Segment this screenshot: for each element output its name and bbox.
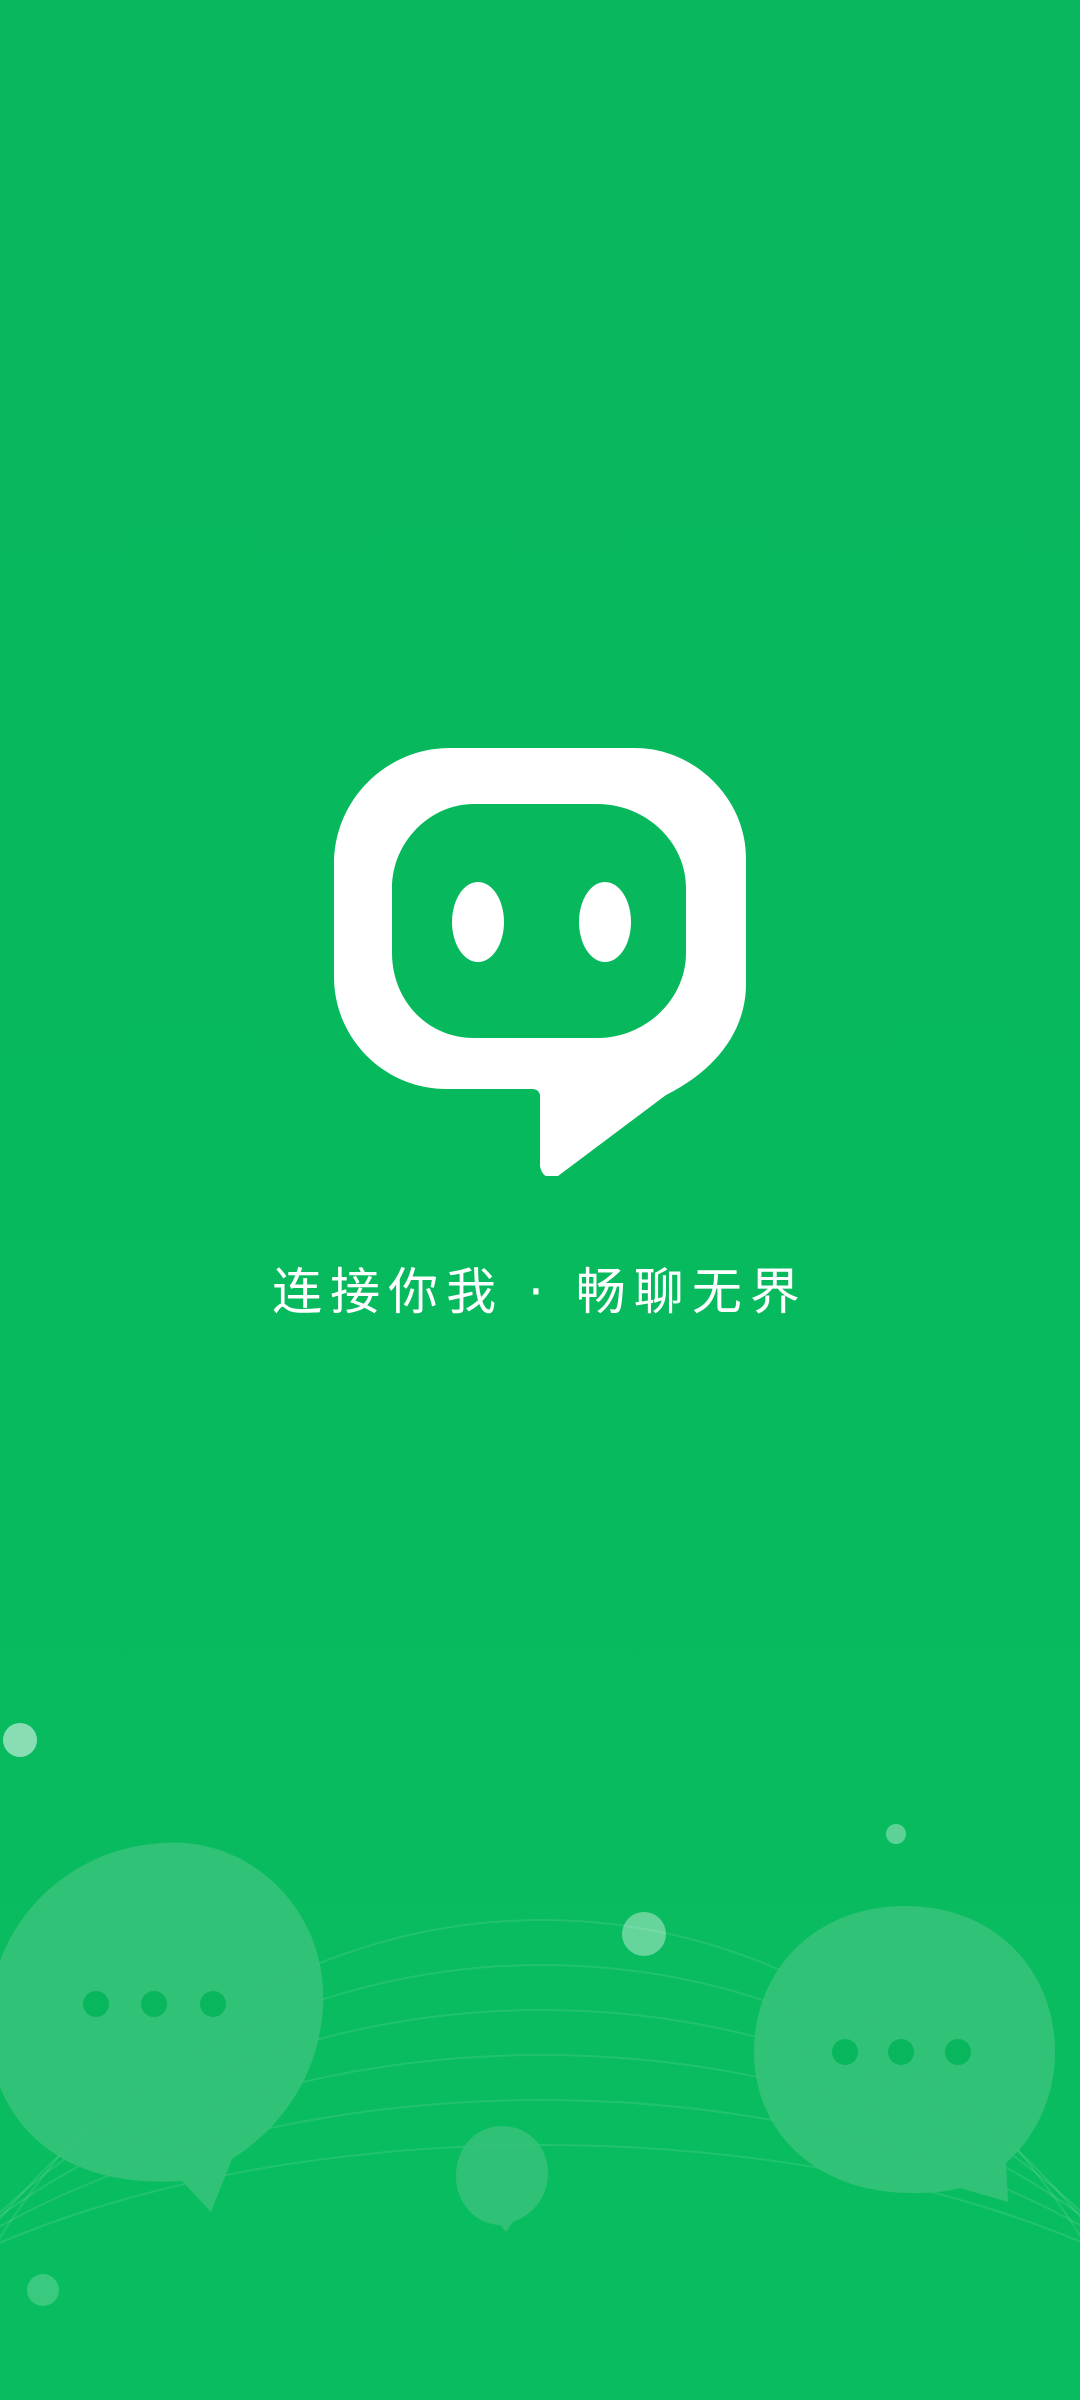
background-decoration (0, 1723, 1080, 2306)
decorative-dot-icon (622, 1912, 666, 1956)
right-eye-icon (579, 882, 631, 962)
typing-dot-icon (83, 1991, 109, 2017)
splash-screen: 连接你我 · 畅聊无界 (0, 0, 1080, 2400)
typing-chat-bubble-left-icon (0, 1842, 324, 2212)
typing-dot-icon (200, 1991, 226, 2017)
typing-chat-bubble-right-icon (754, 1906, 1055, 2202)
decorative-dot-icon (886, 1824, 906, 1844)
small-chat-bubble-icon (456, 2126, 548, 2232)
chat-bubble-face-icon (334, 748, 746, 1176)
decorative-dot-icon (27, 2274, 59, 2306)
typing-dot-icon (141, 1991, 167, 2017)
typing-dot-icon (945, 2039, 971, 2065)
typing-dot-icon (888, 2039, 914, 2065)
app-tagline: 连接你我 · 畅聊无界 (272, 1263, 808, 1321)
typing-dot-icon (832, 2039, 858, 2065)
decorative-dot-icon (3, 1723, 37, 1757)
left-eye-icon (452, 882, 504, 962)
